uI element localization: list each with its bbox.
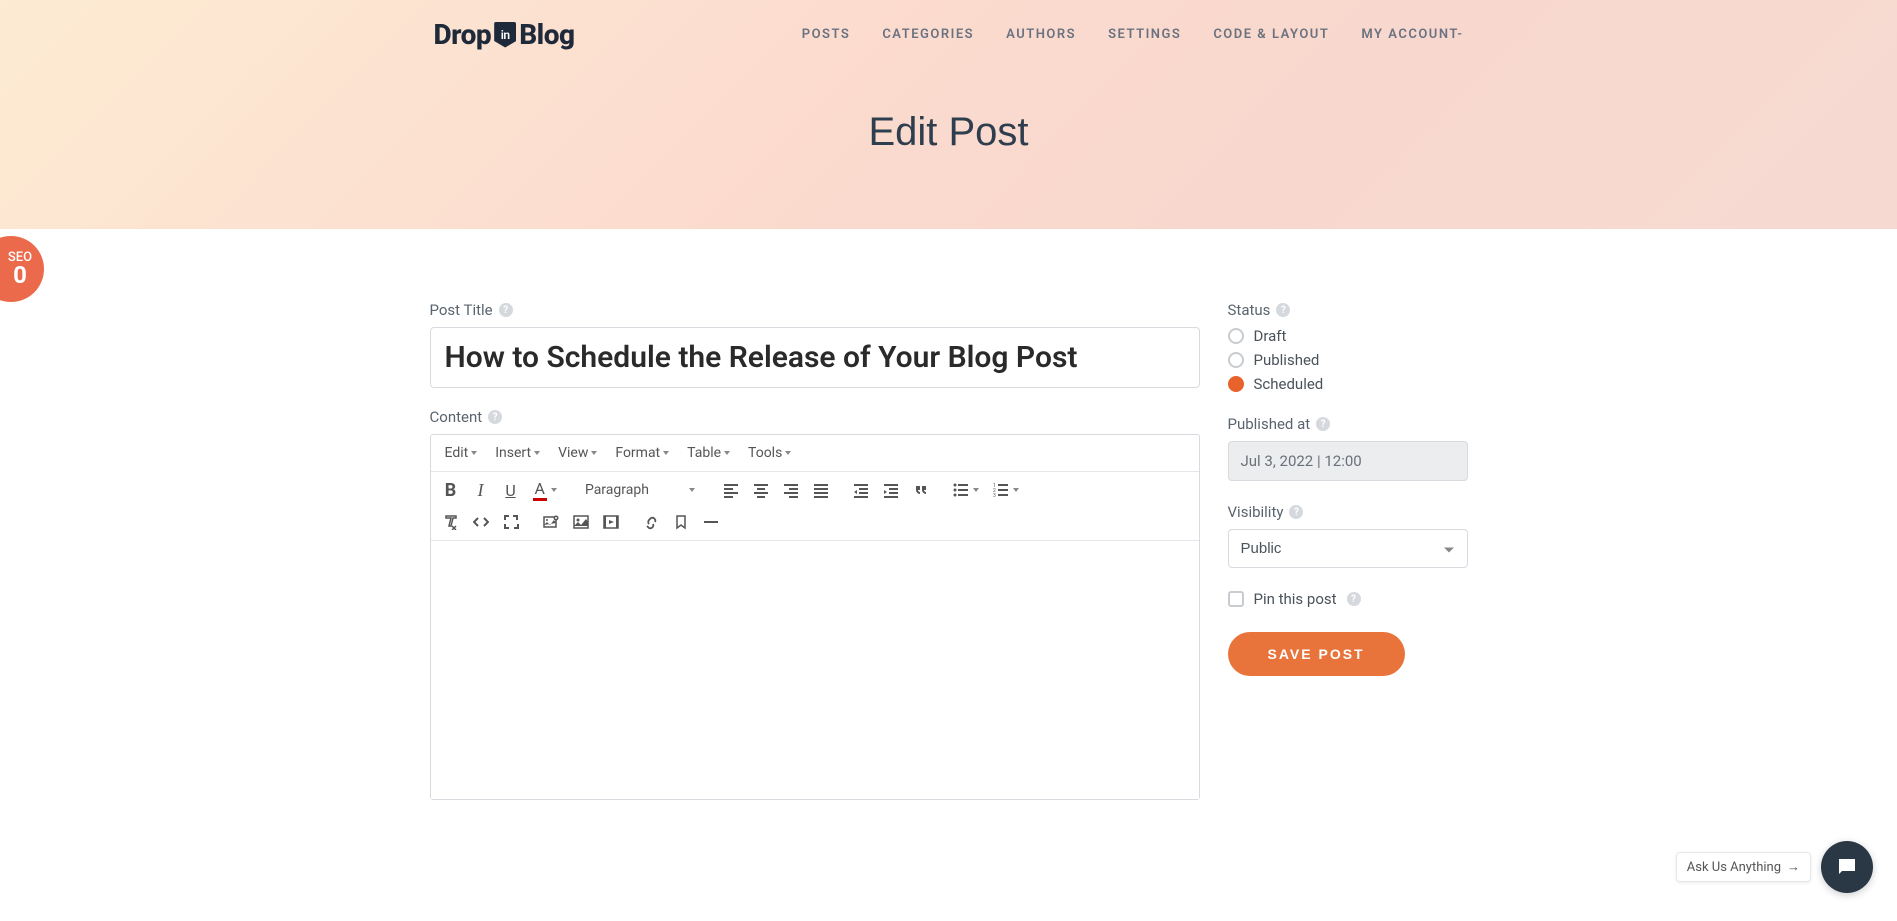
- help-icon[interactable]: ?: [1316, 417, 1330, 431]
- radio-icon-checked: [1228, 376, 1244, 392]
- chevron-down-icon: [1013, 488, 1019, 492]
- link-button[interactable]: [637, 508, 665, 536]
- menu-table[interactable]: Table: [679, 441, 738, 465]
- nav-posts[interactable]: POSTS: [802, 27, 851, 42]
- clear-format-button[interactable]: [437, 508, 465, 536]
- arrow-right-icon: →: [1787, 859, 1800, 875]
- numbered-list-button[interactable]: 123: [987, 476, 1025, 504]
- seo-score-badge[interactable]: SEO 0: [0, 236, 44, 302]
- chat-prompt[interactable]: Ask Us Anything →: [1676, 852, 1811, 882]
- main-column: Post Title ? Content ? Edit Insert View …: [430, 301, 1200, 800]
- chevron-down-icon: [551, 488, 557, 492]
- insert-video-button[interactable]: [597, 508, 625, 536]
- blockquote-button[interactable]: [907, 476, 935, 504]
- chevron-down-icon: [689, 488, 695, 492]
- status-radio-published[interactable]: Published: [1228, 351, 1468, 369]
- nav-settings[interactable]: SETTINGS: [1108, 27, 1181, 42]
- chevron-down-icon: [973, 488, 979, 492]
- visibility-label: Visibility ?: [1228, 503, 1468, 521]
- nav-authors[interactable]: AUTHORS: [1006, 27, 1076, 42]
- outdent-button[interactable]: [847, 476, 875, 504]
- menu-view[interactable]: View: [550, 441, 605, 465]
- checkbox-icon: [1228, 591, 1244, 607]
- underline-button[interactable]: U: [497, 476, 525, 504]
- editor-menubar: Edit Insert View Format Table Tools: [431, 435, 1199, 472]
- content-label: Content ?: [430, 408, 1200, 426]
- logo-shield-icon: in: [494, 22, 516, 48]
- bold-button[interactable]: B: [437, 476, 465, 504]
- menu-insert[interactable]: Insert: [487, 441, 548, 465]
- paragraph-format-select[interactable]: Paragraph: [575, 478, 705, 502]
- menu-edit[interactable]: Edit: [437, 441, 486, 465]
- editor-content-area[interactable]: [431, 541, 1199, 799]
- seo-score: 0: [13, 261, 27, 289]
- bullet-list-button[interactable]: [947, 476, 985, 504]
- chevron-down-icon: [724, 451, 730, 455]
- align-center-button[interactable]: [747, 476, 775, 504]
- sidebar: Status ? Draft Published Scheduled Publi…: [1228, 301, 1468, 676]
- radio-icon: [1228, 328, 1244, 344]
- chat-launcher-button[interactable]: [1821, 841, 1873, 893]
- help-icon[interactable]: ?: [488, 410, 502, 424]
- align-left-button[interactable]: [717, 476, 745, 504]
- logo[interactable]: Drop in Blog: [434, 18, 575, 51]
- nav-code-layout[interactable]: CODE & LAYOUT: [1213, 27, 1329, 42]
- chat-widget: Ask Us Anything →: [1676, 841, 1873, 893]
- status-label: Status ?: [1228, 301, 1468, 319]
- hero-header: Drop in Blog POSTS CATEGORIES AUTHORS SE…: [0, 0, 1897, 229]
- insert-image-button[interactable]: [567, 508, 595, 536]
- help-icon[interactable]: ?: [1347, 592, 1361, 606]
- post-title-input[interactable]: [430, 327, 1200, 388]
- fullscreen-button[interactable]: [497, 508, 525, 536]
- logo-part1: Drop: [434, 18, 492, 51]
- visibility-select[interactable]: Public: [1228, 529, 1468, 568]
- logo-part2: Blog: [519, 18, 574, 51]
- italic-button[interactable]: I: [467, 476, 495, 504]
- align-right-button[interactable]: [777, 476, 805, 504]
- status-radio-scheduled[interactable]: Scheduled: [1228, 375, 1468, 393]
- published-at-input[interactable]: Jul 3, 2022 | 12:00: [1228, 441, 1468, 481]
- content-area: Post Title ? Content ? Edit Insert View …: [430, 229, 1468, 800]
- indent-button[interactable]: [877, 476, 905, 504]
- chevron-down-icon: [471, 451, 477, 455]
- menu-tools[interactable]: Tools: [740, 441, 799, 465]
- media-browser-button[interactable]: [537, 508, 565, 536]
- editor-toolbar: B I U A Paragraph: [431, 472, 1199, 541]
- nav-categories[interactable]: CATEGORIES: [882, 27, 974, 42]
- save-post-button[interactable]: SAVE POST: [1228, 632, 1405, 676]
- text-color-button[interactable]: A: [527, 476, 563, 504]
- chevron-down-icon: [591, 451, 597, 455]
- horizontal-rule-button[interactable]: [697, 508, 725, 536]
- nav-my-account[interactable]: MY ACCOUNT-: [1361, 27, 1463, 42]
- pin-post-checkbox[interactable]: Pin this post ?: [1228, 590, 1468, 608]
- chevron-down-icon: [785, 451, 791, 455]
- post-title-label: Post Title ?: [430, 301, 1200, 319]
- svg-text:3: 3: [993, 493, 996, 498]
- menu-format[interactable]: Format: [607, 441, 677, 465]
- chat-icon: [1835, 855, 1859, 879]
- status-radio-draft[interactable]: Draft: [1228, 327, 1468, 345]
- help-icon[interactable]: ?: [499, 303, 513, 317]
- published-at-label: Published at ?: [1228, 415, 1468, 433]
- top-nav: Drop in Blog POSTS CATEGORIES AUTHORS SE…: [0, 18, 1897, 51]
- chevron-down-icon: [534, 451, 540, 455]
- chevron-down-icon: [663, 451, 669, 455]
- rich-text-editor: Edit Insert View Format Table Tools B I …: [430, 434, 1200, 800]
- help-icon[interactable]: ?: [1289, 505, 1303, 519]
- bookmark-button[interactable]: [667, 508, 695, 536]
- nav-links: POSTS CATEGORIES AUTHORS SETTINGS CODE &…: [802, 27, 1464, 42]
- help-icon[interactable]: ?: [1276, 303, 1290, 317]
- radio-icon: [1228, 352, 1244, 368]
- source-code-button[interactable]: [467, 508, 495, 536]
- align-justify-button[interactable]: [807, 476, 835, 504]
